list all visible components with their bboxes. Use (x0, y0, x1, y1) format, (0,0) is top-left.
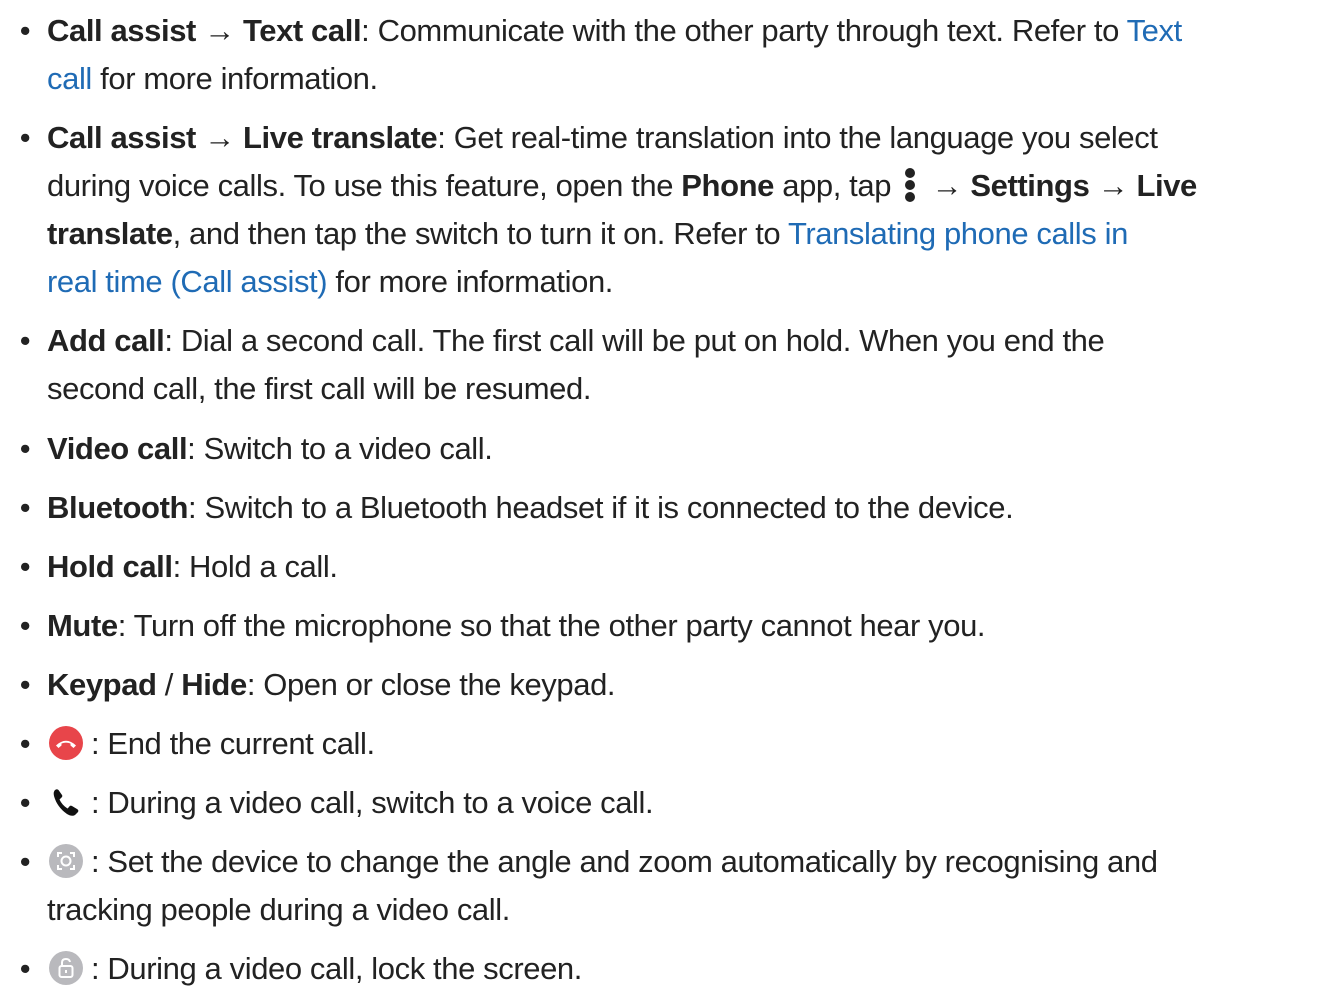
description: for more information. (327, 264, 613, 299)
item-line: : During a video call, switch to a voice… (47, 778, 1332, 828)
document-page: • Call assist → Text call: Communicate w… (0, 0, 1341, 989)
translating-calls-link[interactable]: real time (Call assist) (47, 264, 328, 299)
term: Live translate (243, 120, 438, 155)
description: : Switch to a Bluetooth headset if it is… (188, 490, 1014, 525)
bullet: • (19, 608, 31, 643)
description: : Switch to a video call. (187, 431, 493, 466)
term: Call assist (47, 120, 196, 155)
description: : Turn off the microphone so that the ot… (117, 608, 986, 643)
item-line: Hold call: Hold a call. (47, 542, 1332, 592)
item-line: : Set the device to change the angle and… (47, 837, 1332, 887)
term: Phone (681, 168, 775, 203)
term: Video call (47, 431, 188, 466)
bullet: • (19, 120, 31, 155)
term: Call assist (47, 13, 196, 48)
term: Text call (243, 13, 362, 48)
description: : During a video call, lock the screen. (91, 951, 582, 986)
item-line: Video call: Switch to a video call. (47, 424, 1332, 474)
term: Keypad (47, 667, 157, 702)
item-line: real time (Call assist) for more informa… (47, 257, 1332, 307)
item-line: call for more information. (47, 54, 1332, 104)
lock-icon (49, 950, 83, 985)
term: Add call (47, 323, 165, 358)
description: : Hold a call. (172, 549, 338, 584)
term: translate (47, 216, 173, 251)
term: Hide (181, 667, 247, 702)
phone-icon (53, 789, 79, 816)
item-line: translate, and then tap the switch to tu… (47, 209, 1332, 259)
description: , and then tap the switch to turn it on.… (172, 216, 788, 251)
bullet: • (19, 667, 31, 702)
bullet: • (19, 490, 31, 525)
description: tracking people during a video call. (47, 892, 510, 927)
translating-calls-link[interactable]: Translating phone calls in (788, 216, 1128, 251)
term: Hold call (47, 549, 173, 584)
item-line: Bluetooth: Switch to a Bluetooth headset… (47, 483, 1332, 533)
item-line: Call assist → Text call: Communicate wit… (47, 6, 1332, 56)
bullet: • (19, 726, 31, 761)
item-line: second call, the first call will be resu… (47, 364, 1332, 414)
item-line: tracking people during a video call. (47, 885, 1332, 935)
item-line: during voice calls. To use this feature,… (47, 161, 1332, 211)
text-call-link[interactable]: Text (1127, 13, 1183, 48)
bullet: • (19, 431, 31, 466)
separator: / (156, 667, 182, 702)
description: : Communicate with the other party throu… (361, 13, 1127, 48)
term: Mute (47, 608, 118, 643)
description: : During a video call, switch to a voice… (91, 785, 654, 820)
item-line: Call assist → Live translate: Get real-t… (47, 113, 1332, 163)
description: : Set the device to change the angle and… (91, 844, 1158, 879)
arrow: → (195, 120, 243, 155)
item-line: : End the current call. (47, 719, 1332, 769)
bullet: • (19, 323, 31, 358)
term: Settings (970, 168, 1090, 203)
description: second call, the first call will be resu… (47, 371, 592, 406)
auto-framing-icon (49, 843, 83, 878)
bullet: • (19, 844, 31, 879)
bullet: • (19, 13, 31, 48)
description: app, tap (774, 168, 900, 203)
arrow: → (1089, 168, 1137, 203)
bullet: • (19, 951, 31, 986)
arrow: → (923, 168, 971, 203)
more-options-icon (905, 167, 916, 202)
description: : Get real-time translation into the lan… (437, 120, 1158, 155)
term: Live (1136, 168, 1197, 203)
description: : End the current call. (91, 726, 375, 761)
bullet: • (19, 785, 31, 820)
description: for more information. (91, 61, 378, 96)
description: during voice calls. To use this feature,… (47, 168, 682, 203)
end-call-icon (49, 725, 83, 760)
item-line: Add call: Dial a second call. The first … (47, 316, 1332, 366)
bullet: • (19, 549, 31, 584)
item-line: Mute: Turn off the microphone so that th… (47, 601, 1332, 651)
description: : Open or close the keypad. (246, 667, 616, 702)
item-line: : During a video call, lock the screen. (47, 944, 1332, 994)
item-line: Keypad / Hide: Open or close the keypad. (47, 660, 1332, 710)
arrow: → (195, 13, 243, 48)
term: Bluetooth (47, 490, 189, 525)
description: : Dial a second call. The first call wil… (164, 323, 1105, 358)
text-call-link[interactable]: call (47, 61, 92, 96)
